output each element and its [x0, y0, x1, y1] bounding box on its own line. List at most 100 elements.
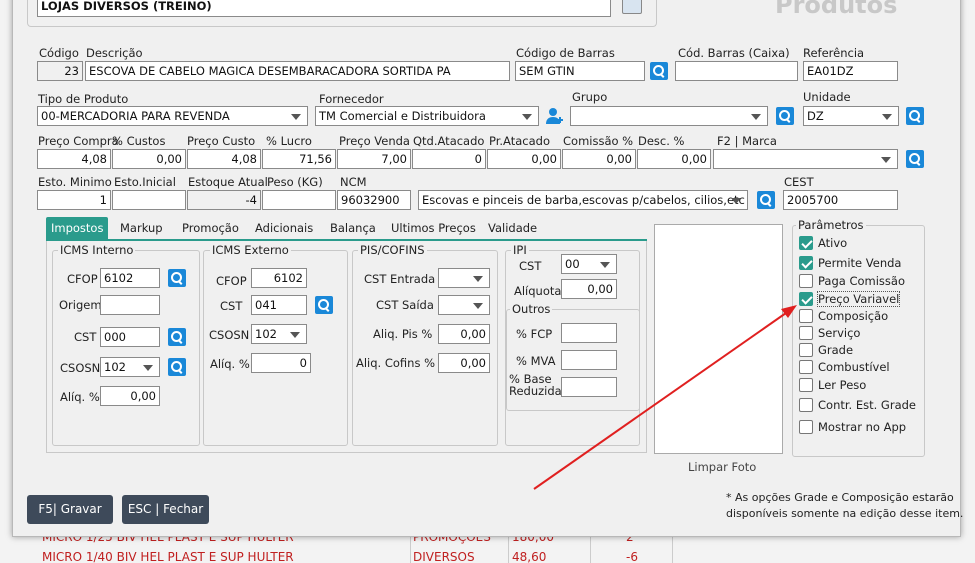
comissao-field[interactable]: 0,00	[562, 149, 636, 169]
pr-atacado-field[interactable]: 0,00	[487, 149, 561, 169]
ipi-cst-select[interactable]: 00	[561, 254, 617, 274]
search-icon[interactable]	[168, 328, 186, 346]
search-icon[interactable]	[168, 358, 186, 376]
gravar-button[interactable]: F5| Gravar	[27, 495, 113, 524]
cst-entrada-label: CST Entrada	[364, 272, 436, 286]
base-reduzida-field[interactable]	[561, 377, 617, 397]
tab-validade[interactable]: Validade	[488, 217, 537, 239]
edit-note-line2: disponíveis somente na edição desse item…	[726, 507, 964, 520]
cst-saida-select[interactable]	[438, 295, 490, 315]
aliquota-field[interactable]: 0,00	[561, 279, 617, 299]
search-icon[interactable]	[168, 269, 186, 287]
estoque-atual-field[interactable]: -4	[187, 190, 261, 210]
peso-field[interactable]	[262, 190, 336, 210]
checkbox-servico-label[interactable]: Serviço	[818, 326, 860, 340]
checkbox-combustivel-label[interactable]: Combustível	[818, 360, 890, 374]
pr-atacado-label: Pr.Atacado	[489, 134, 550, 148]
checkbox-permite-venda-label[interactable]: Permite Venda	[818, 256, 901, 270]
checkbox-ler-peso[interactable]	[799, 378, 813, 392]
aliq-field[interactable]: 0,00	[100, 386, 160, 406]
cst-field[interactable]: 041	[251, 295, 307, 315]
limpar-foto-link[interactable]: Limpar Foto	[688, 460, 756, 474]
add-user-icon[interactable]	[545, 106, 565, 126]
base-reduzida-label: % Base Reduzida	[509, 373, 562, 397]
checkbox-ativo[interactable]	[799, 236, 813, 250]
cst-entrada-select[interactable]	[438, 268, 490, 288]
search-icon[interactable]	[315, 296, 333, 314]
aliq-field[interactable]: 0	[251, 353, 311, 373]
aliquota-label: Alíquota	[514, 284, 562, 298]
search-icon[interactable]	[757, 191, 775, 209]
aliq-cofins-field[interactable]: 0,00	[438, 353, 490, 373]
checkbox-mostrar-no-app-label[interactable]: Mostrar no App	[818, 420, 906, 434]
descricao-label: Descrição	[86, 46, 143, 60]
base-label-line2: Reduzida	[509, 384, 562, 398]
tab-balanca[interactable]: Balança	[330, 217, 376, 239]
bg-row-cat: DIVERSOS	[413, 550, 475, 563]
checkbox-permite-venda[interactable]	[799, 256, 813, 270]
checkbox-combustivel[interactable]	[799, 360, 813, 374]
lucro-field[interactable]: 71,56	[262, 149, 336, 169]
checkbox-paga-comissao-label[interactable]: Paga Comissão	[818, 274, 905, 288]
marca-select[interactable]	[713, 149, 898, 169]
search-icon[interactable]	[906, 150, 924, 168]
search-icon[interactable]	[906, 107, 924, 125]
checkbox-paga-comissao[interactable]	[799, 274, 813, 288]
checkbox-contr-est-grade[interactable]	[799, 398, 813, 412]
checkbox-ativo-label[interactable]: Ativo	[818, 236, 847, 250]
esto-inicial-field[interactable]	[112, 190, 186, 210]
ncm-field[interactable]: 96032900	[337, 190, 411, 210]
checkbox-mostrar-no-app[interactable]	[799, 420, 813, 434]
checkbox-preco-variavel[interactable]	[799, 292, 813, 306]
cfop-field[interactable]: 6102	[100, 268, 160, 288]
pis-cofins-title: PIS/COFINS	[358, 243, 427, 257]
codigo-field[interactable]: 23	[37, 61, 83, 81]
preco-custo-field[interactable]: 4,08	[187, 149, 261, 169]
checkbox-composicao-label[interactable]: Composição	[818, 309, 888, 323]
desc-field[interactable]: 0,00	[637, 149, 711, 169]
mva-field[interactable]	[561, 350, 617, 370]
fcp-field[interactable]	[561, 323, 617, 343]
aliq-pis-field[interactable]: 0,00	[438, 324, 490, 344]
tab-ultimos-precos[interactable]: Ultimos Preços	[391, 217, 476, 239]
unidade-select[interactable]: DZ	[803, 106, 899, 126]
fornecedor-select[interactable]: TM Comercial e Distribuidora	[315, 106, 539, 126]
custos-field[interactable]: 0,00	[112, 149, 186, 169]
cod-barras-caixa-field[interactable]	[675, 61, 798, 81]
cfop-field[interactable]: 6102	[251, 268, 307, 288]
checkbox-contr-est-grade-label[interactable]: Contr. Est. Grade	[818, 398, 916, 412]
search-icon[interactable]	[650, 62, 668, 80]
csosn-select[interactable]: 102	[100, 357, 160, 377]
csosn-select[interactable]: 102	[251, 324, 307, 344]
descricao-field[interactable]: ESCOVA DE CABELO MAGICA DESEMBARACADORA …	[85, 61, 510, 81]
store-field[interactable]: LOJAS DIVERSOS (TREINO)	[37, 0, 611, 17]
checkbox-grade-label[interactable]: Grade	[818, 343, 853, 357]
checkbox-preco-variavel-label[interactable]: Preço Variavel	[816, 291, 901, 307]
cfop-label: CFOP	[216, 274, 247, 288]
cst-field[interactable]: 000	[100, 327, 160, 347]
grupo-select[interactable]	[570, 106, 768, 126]
cest-field[interactable]: 2005700	[783, 190, 898, 210]
tab-impostos[interactable]: Impostos	[46, 217, 109, 239]
origem-field[interactable]	[100, 295, 160, 315]
ncm-desc-select[interactable]: Escovas e pinceis de barba,escovas p/cab…	[418, 190, 748, 210]
origem-label: Origem	[59, 298, 102, 312]
photo-box[interactable]	[654, 224, 783, 454]
preco-compra-field[interactable]: 4,08	[37, 149, 111, 169]
tab-promocao[interactable]: Promoção	[182, 217, 239, 239]
checkbox-servico[interactable]	[799, 326, 813, 340]
esto-minimo-field[interactable]: 1	[37, 190, 111, 210]
tab-adicionais[interactable]: Adicionais	[255, 217, 313, 239]
tipo-produto-select[interactable]: 00-MERCADORIA PARA REVENDA	[37, 106, 308, 126]
checkbox-ler-peso-label[interactable]: Ler Peso	[818, 378, 866, 392]
tab-markup[interactable]: Markup	[120, 217, 163, 239]
checkbox-grade[interactable]	[799, 343, 813, 357]
search-icon[interactable]	[776, 107, 794, 125]
checkbox-composicao[interactable]	[799, 309, 813, 323]
fechar-button[interactable]: ESC | Fechar	[122, 495, 209, 524]
qtd-atacado-field[interactable]: 0	[412, 149, 486, 169]
referencia-field[interactable]: EA01DZ	[803, 61, 898, 81]
preco-venda-field[interactable]: 7,00	[337, 149, 411, 169]
codigo-barras-field[interactable]: SEM GTIN	[515, 61, 645, 81]
refresh-icon[interactable]	[622, 0, 642, 14]
